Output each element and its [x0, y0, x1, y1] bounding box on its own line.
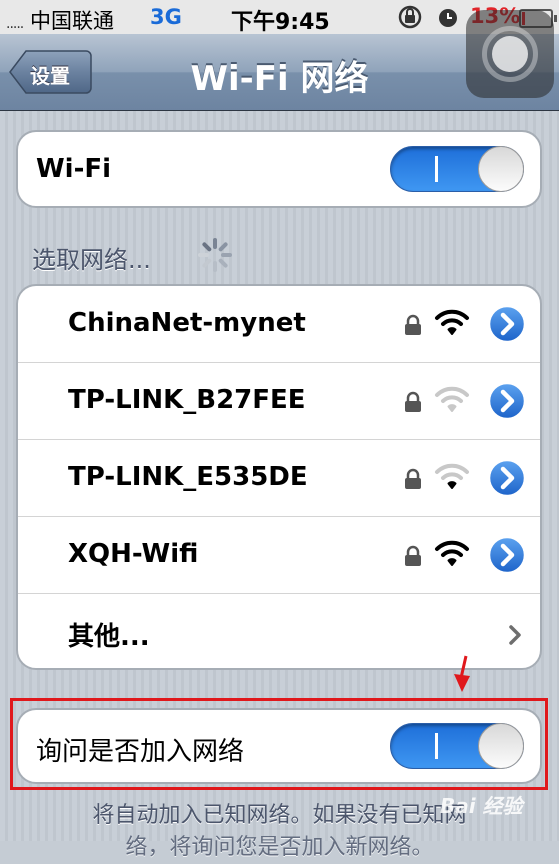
watermark-logo: Bai 经验 — [440, 794, 523, 818]
lock-icon — [404, 314, 422, 340]
lock-icon — [404, 391, 422, 417]
switch-knob — [478, 146, 524, 192]
switch-on-mark — [435, 156, 438, 182]
network-row[interactable]: TP-LINK_E535DE — [18, 439, 540, 516]
network-list: ChinaNet-mynet TP-LINK_B27FEE TP-LINK_E535… — [16, 284, 542, 670]
wifi-signal-icon — [434, 385, 470, 417]
wifi-toggle-row: Wi-Fi — [18, 132, 540, 206]
network-type: 3G — [150, 5, 182, 29]
red-arrow-icon — [454, 655, 470, 692]
detail-disclosure-button[interactable] — [487, 535, 527, 579]
other-network-label: 其他... — [68, 622, 150, 652]
network-row[interactable]: TP-LINK_B27FEE — [18, 362, 540, 439]
network-name: ChinaNet-mynet — [68, 308, 306, 338]
footer-line-2: 络，将询问您是否加入新网络。 — [125, 835, 434, 860]
signal-dots: ..... — [6, 16, 24, 32]
loading-spinner-icon — [198, 238, 232, 272]
wifi-signal-icon — [434, 462, 470, 494]
network-name: TP-LINK_B27FEE — [68, 385, 306, 415]
carrier-name: 中国联通 — [29, 9, 114, 33]
highlight-box — [10, 698, 548, 790]
network-name: TP-LINK_E535DE — [68, 462, 308, 492]
chevron-right-icon — [509, 625, 521, 645]
rotation-lock-icon — [397, 5, 423, 34]
network-row[interactable]: ChinaNet-mynet — [18, 286, 540, 362]
status-time: 下午9:45 — [231, 10, 330, 35]
choose-network-label: 选取网络... — [32, 246, 151, 274]
wifi-switch[interactable] — [390, 146, 524, 192]
wifi-signal-icon — [434, 539, 470, 571]
carrier-info: ..... 中国联通 — [6, 5, 114, 35]
detail-disclosure-button[interactable] — [487, 381, 527, 425]
wifi-signal-icon — [434, 308, 470, 340]
detail-disclosure-button[interactable] — [487, 304, 527, 348]
wifi-toggle-group: Wi-Fi — [16, 130, 542, 208]
network-row[interactable]: XQH-Wifi — [18, 516, 540, 593]
assistive-touch-button[interactable] — [466, 10, 554, 98]
alarm-icon — [437, 5, 459, 34]
network-name: XQH-Wifi — [68, 539, 199, 569]
lock-icon — [404, 545, 422, 571]
detail-disclosure-button[interactable] — [487, 458, 527, 502]
lock-icon — [404, 468, 422, 494]
wifi-label: Wi-Fi — [36, 154, 112, 184]
